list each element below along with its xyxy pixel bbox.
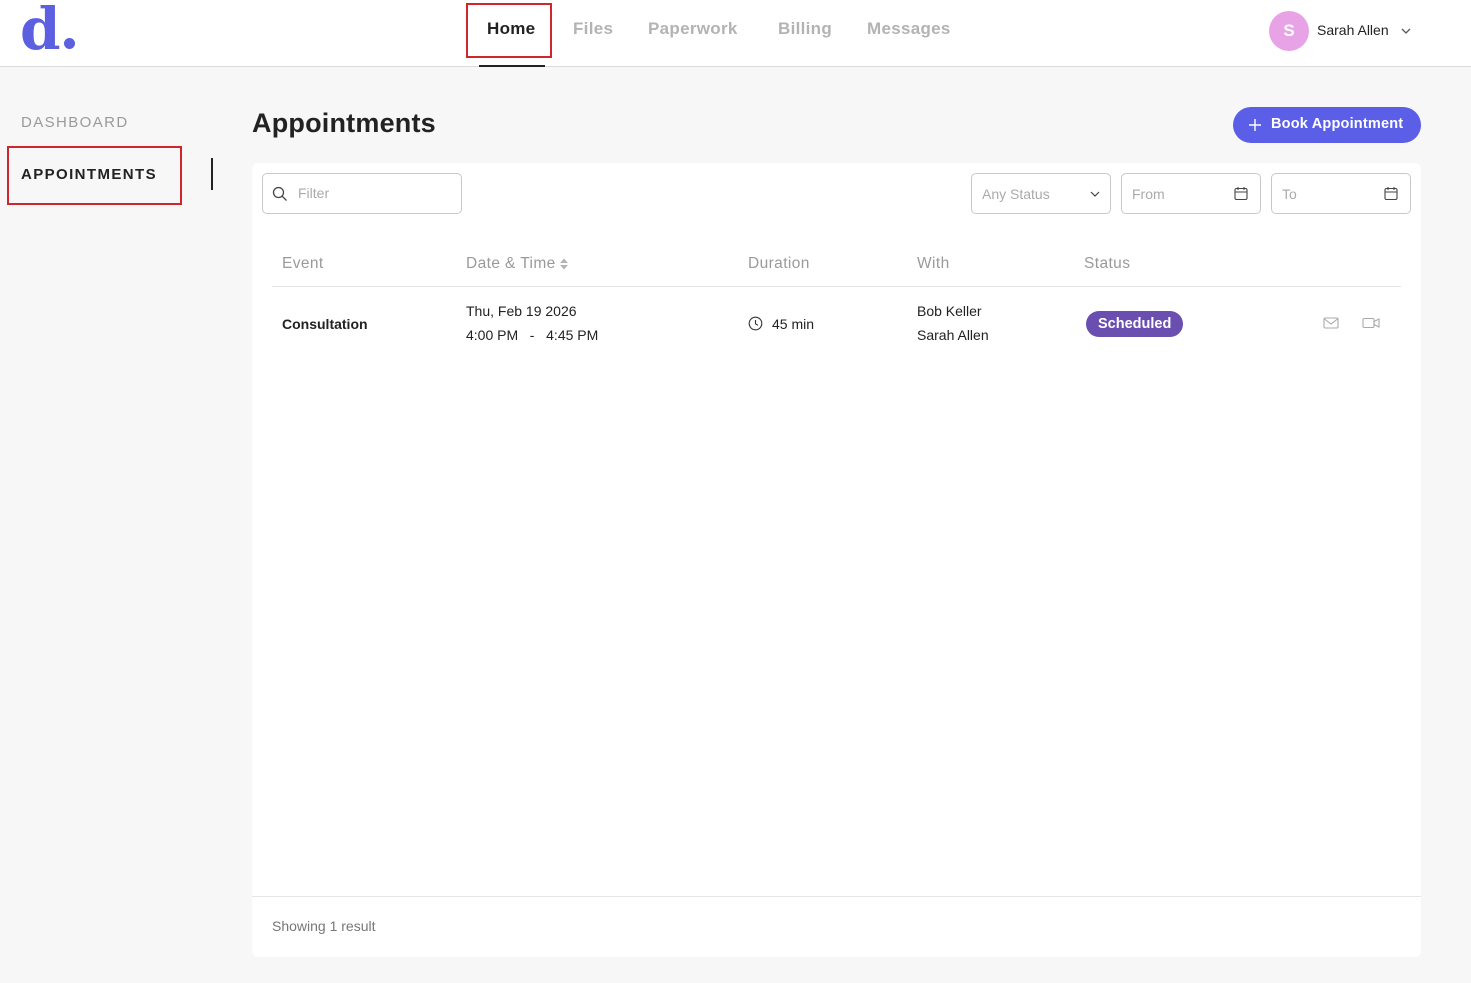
page-title: Appointments bbox=[252, 108, 436, 138]
mail-icon[interactable] bbox=[1323, 316, 1339, 330]
to-date-placeholder: To bbox=[1282, 186, 1297, 202]
column-header-with: With bbox=[917, 255, 950, 272]
nav-messages[interactable]: Messages bbox=[867, 19, 951, 39]
filter-field[interactable] bbox=[262, 173, 462, 214]
from-date-placeholder: From bbox=[1132, 186, 1165, 202]
column-header-date-time[interactable]: Date & Time bbox=[466, 255, 569, 273]
nav-paperwork[interactable]: Paperwork bbox=[648, 19, 738, 39]
calendar-icon[interactable] bbox=[1234, 186, 1248, 201]
participant-name: Bob Keller bbox=[917, 303, 982, 319]
card-footer-divider bbox=[252, 896, 1421, 897]
logo-dot bbox=[63, 38, 75, 49]
book-appointment-label: Book Appointment bbox=[1271, 116, 1404, 132]
calendar-icon[interactable] bbox=[1384, 186, 1398, 201]
status-badge: Scheduled bbox=[1086, 311, 1184, 337]
active-nav-underline bbox=[479, 65, 545, 67]
highlight-box-appointments bbox=[7, 146, 182, 205]
column-header-date-time-label: Date & Time bbox=[466, 255, 556, 272]
top-header: d Home Files Paperwork Billing Messages … bbox=[0, 0, 1471, 67]
sort-icon bbox=[559, 258, 568, 270]
participant-name: Sarah Allen bbox=[917, 327, 989, 343]
column-header-event: Event bbox=[282, 255, 324, 272]
result-count: Showing 1 result bbox=[272, 918, 376, 934]
app-logo[interactable]: d bbox=[20, 0, 75, 58]
user-name: Sarah Allen bbox=[1317, 22, 1389, 38]
chevron-down-icon bbox=[1401, 28, 1411, 34]
sidebar-item-dashboard[interactable]: DASHBOARD bbox=[21, 114, 129, 131]
from-date-field[interactable]: From bbox=[1121, 173, 1261, 214]
column-header-duration: Duration bbox=[748, 255, 810, 272]
nav-files[interactable]: Files bbox=[573, 19, 613, 39]
plus-icon bbox=[1249, 119, 1261, 131]
appointments-card bbox=[252, 163, 1421, 957]
chevron-down-icon bbox=[1090, 191, 1100, 197]
clock-icon bbox=[748, 316, 763, 331]
column-header-status: Status bbox=[1084, 255, 1131, 272]
status-select-value: Any Status bbox=[982, 186, 1050, 202]
sidebar-active-indicator bbox=[211, 158, 213, 190]
avatar: S bbox=[1269, 11, 1309, 51]
book-appointment-button[interactable]: Book Appointment bbox=[1233, 107, 1421, 143]
to-date-field[interactable]: To bbox=[1271, 173, 1411, 214]
event-name: Consultation bbox=[282, 316, 368, 332]
duration-value: 45 min bbox=[772, 316, 815, 332]
nav-billing[interactable]: Billing bbox=[778, 19, 832, 39]
highlight-box-home bbox=[466, 3, 552, 58]
logo-letter: d bbox=[20, 0, 61, 63]
search-icon bbox=[272, 186, 287, 201]
status-select[interactable]: Any Status bbox=[971, 173, 1111, 214]
table-row[interactable]: Consultation Thu, Feb 19 2026 4:00 PM - … bbox=[272, 287, 1401, 359]
video-icon[interactable] bbox=[1362, 316, 1380, 330]
appointment-date: Thu, Feb 19 2026 bbox=[466, 303, 577, 319]
filter-input[interactable] bbox=[298, 185, 448, 201]
appointment-time: 4:00 PM - 4:45 PM bbox=[466, 327, 599, 343]
